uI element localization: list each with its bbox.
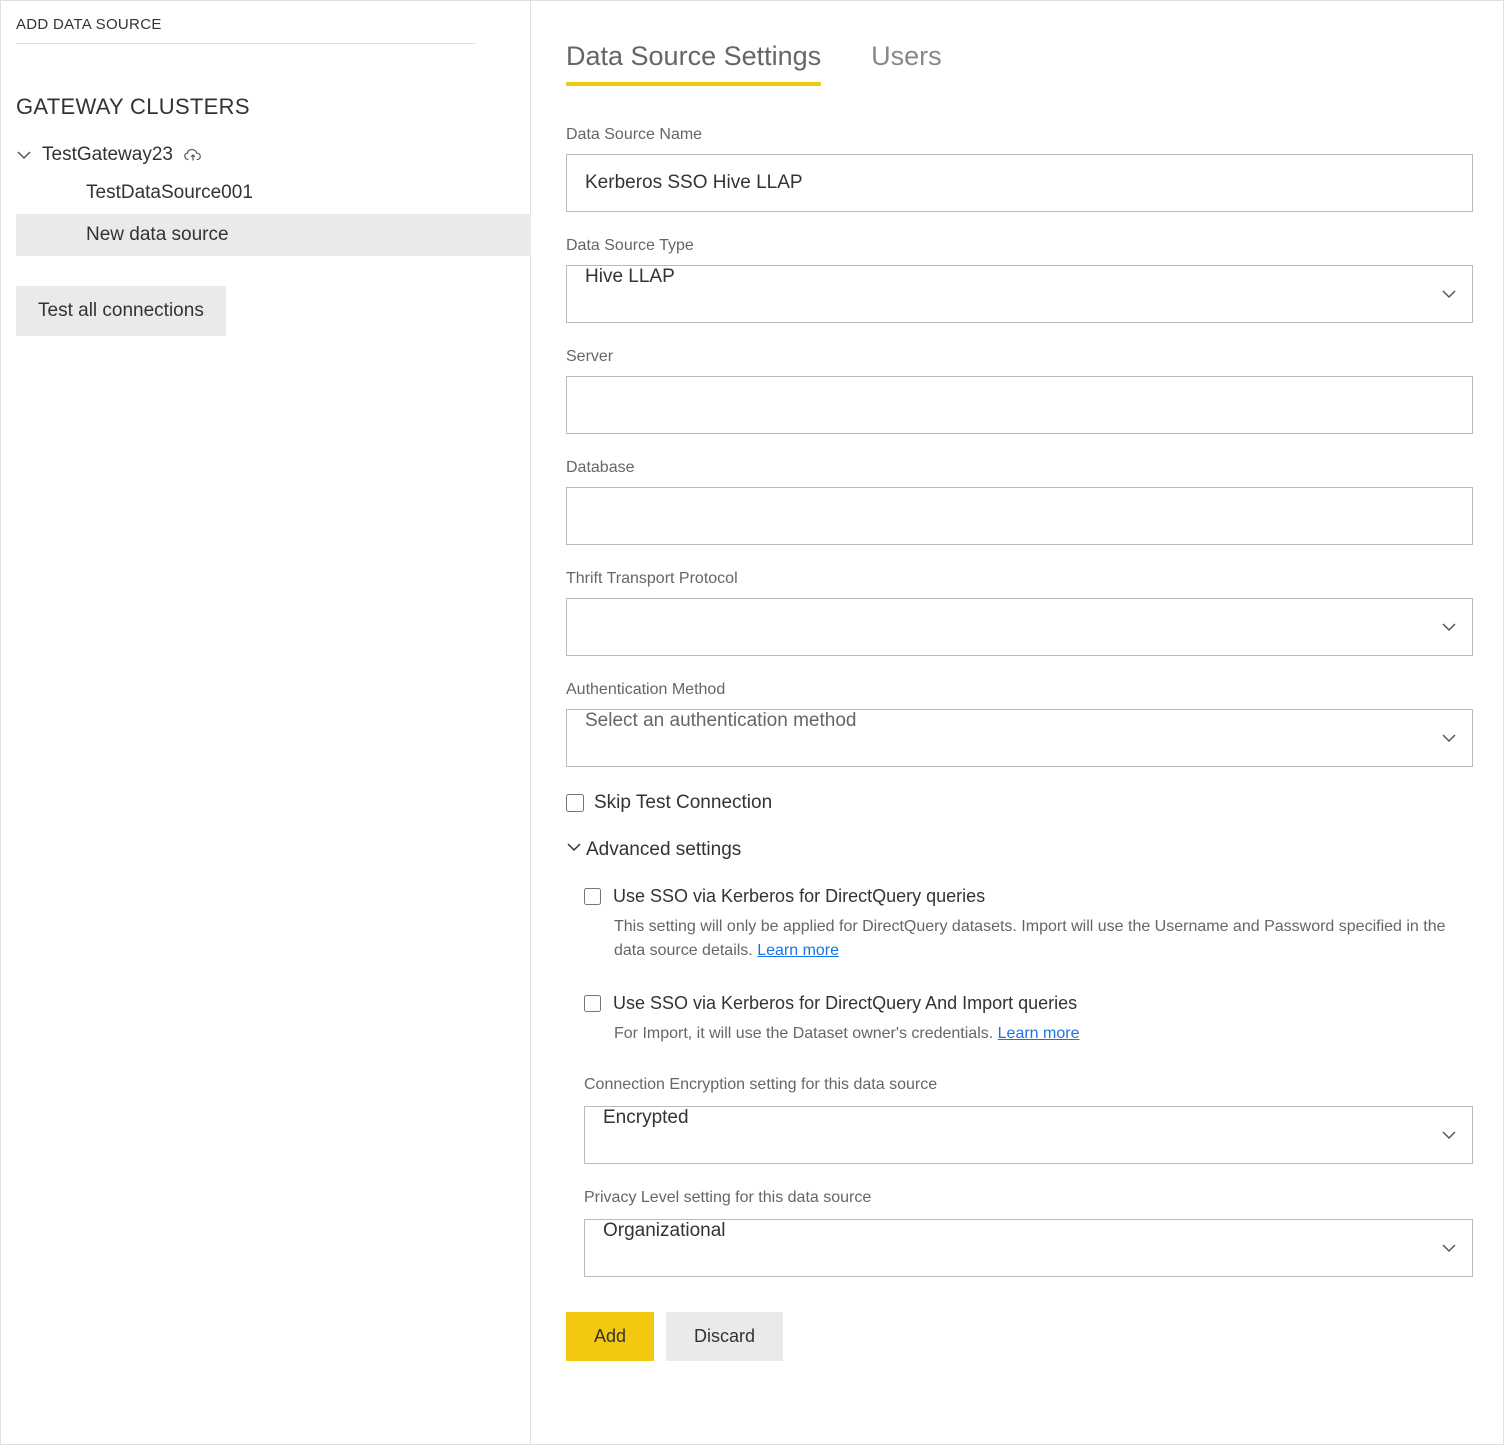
sso-directquery-import-desc-text: For Import, it will use the Dataset owne… — [614, 1025, 993, 1042]
database-input[interactable] — [566, 487, 1473, 545]
discard-button[interactable]: Discard — [666, 1312, 783, 1361]
test-all-connections-button[interactable]: Test all connections — [16, 286, 226, 336]
sidebar-title: ADD DATA SOURCE — [16, 16, 476, 44]
skip-test-checkbox[interactable] — [566, 794, 584, 812]
encryption-select[interactable]: Encrypted — [584, 1106, 1473, 1164]
sso-directquery-description: This setting will only be applied for Di… — [614, 915, 1473, 963]
sso-kerberos-directquery-label[interactable]: Use SSO via Kerberos for DirectQuery que… — [613, 886, 985, 907]
tab-data-source-settings[interactable]: Data Source Settings — [566, 41, 821, 86]
auth-method-select[interactable]: Select an authentication method — [566, 709, 1473, 767]
data-source-type-value: Hive LLAP — [585, 266, 675, 287]
data-source-name-input[interactable] — [566, 154, 1473, 212]
sso-kerberos-directquery-import-label[interactable]: Use SSO via Kerberos for DirectQuery And… — [613, 993, 1077, 1014]
encryption-value: Encrypted — [603, 1107, 689, 1128]
advanced-settings-label: Advanced settings — [586, 839, 741, 861]
sso-directquery-desc-text: This setting will only be applied for Di… — [614, 918, 1446, 959]
server-input[interactable] — [566, 376, 1473, 434]
data-source-type-label: Data Source Type — [566, 237, 1473, 255]
chevron-down-icon — [566, 839, 582, 861]
sso-directquery-import-learn-more-link[interactable]: Learn more — [998, 1025, 1080, 1042]
gateway-clusters-heading: GATEWAY CLUSTERS — [16, 94, 530, 120]
thrift-protocol-label: Thrift Transport Protocol — [566, 570, 1473, 588]
sso-kerberos-directquery-import-checkbox[interactable] — [584, 995, 601, 1012]
encryption-label: Connection Encryption setting for this d… — [584, 1076, 1473, 1094]
server-label: Server — [566, 348, 1473, 366]
advanced-settings-toggle[interactable]: Advanced settings — [566, 839, 1473, 861]
cloud-sync-icon — [183, 147, 203, 163]
advanced-settings-content: Use SSO via Kerberos for DirectQuery que… — [566, 886, 1473, 1277]
sidebar-item-datasource[interactable]: TestDataSource001 — [16, 172, 530, 214]
main-content: Data Source Settings Users Data Source N… — [531, 1, 1503, 1444]
skip-test-label[interactable]: Skip Test Connection — [594, 792, 772, 814]
gateway-tree: TestGateway23 TestDataSource001 New data… — [16, 138, 530, 256]
gateway-cluster-item[interactable]: TestGateway23 — [16, 138, 530, 172]
sso-directquery-import-description: For Import, it will use the Dataset owne… — [614, 1022, 1473, 1046]
tabs: Data Source Settings Users — [566, 41, 1473, 86]
data-source-name-label: Data Source Name — [566, 126, 1473, 144]
chevron-down-icon — [16, 147, 32, 163]
action-buttons: Add Discard — [566, 1312, 1473, 1361]
sidebar-item-new-datasource[interactable]: New data source — [16, 214, 531, 256]
privacy-label: Privacy Level setting for this data sour… — [584, 1189, 1473, 1207]
data-source-type-select[interactable]: Hive LLAP — [566, 265, 1473, 323]
auth-method-label: Authentication Method — [566, 681, 1473, 699]
sso-kerberos-directquery-checkbox[interactable] — [584, 888, 601, 905]
sidebar: ADD DATA SOURCE GATEWAY CLUSTERS TestGat… — [1, 1, 531, 1444]
tab-users[interactable]: Users — [871, 41, 942, 86]
database-label: Database — [566, 459, 1473, 477]
privacy-value: Organizational — [603, 1220, 726, 1241]
add-button[interactable]: Add — [566, 1312, 654, 1361]
sso-directquery-learn-more-link[interactable]: Learn more — [757, 942, 839, 959]
privacy-select[interactable]: Organizational — [584, 1219, 1473, 1277]
auth-method-value: Select an authentication method — [585, 710, 856, 731]
thrift-protocol-select[interactable] — [566, 598, 1473, 656]
gateway-name: TestGateway23 — [42, 144, 173, 166]
